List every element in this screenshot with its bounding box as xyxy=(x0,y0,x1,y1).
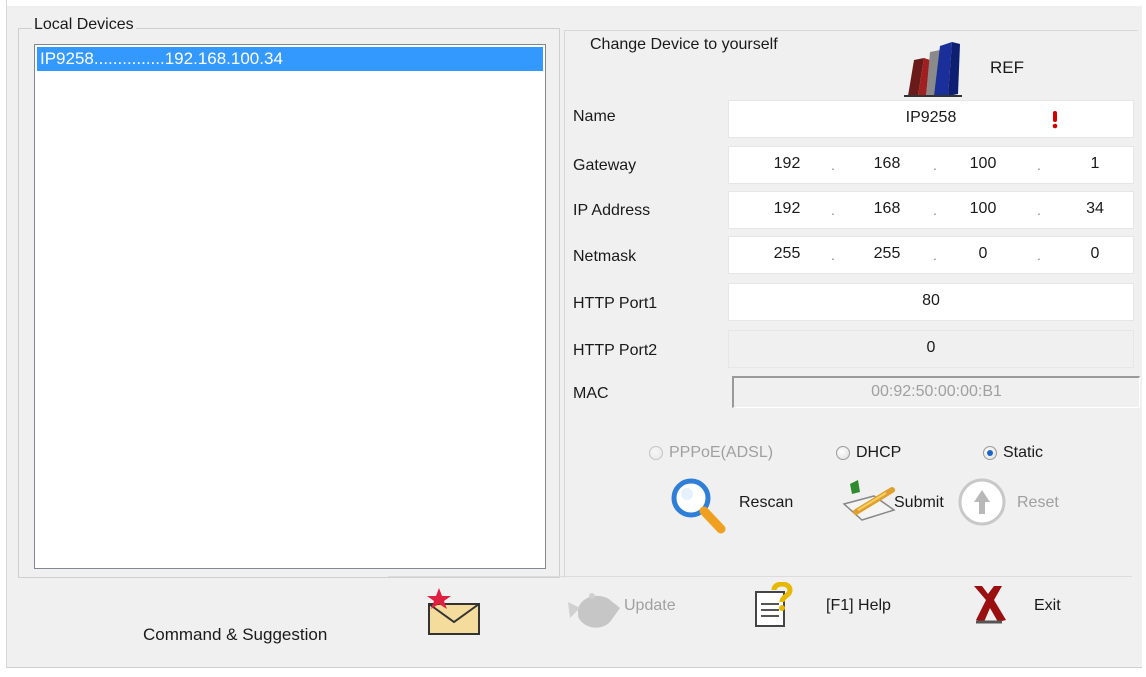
http-port2-field[interactable]: 0 xyxy=(728,330,1134,368)
rescan-button[interactable]: Rescan xyxy=(739,494,793,512)
http-port1-field[interactable]: 80 xyxy=(728,283,1134,321)
static-label: Static xyxy=(1003,444,1044,461)
http-port1-label: HTTP Port1 xyxy=(573,295,658,312)
ip-separator: . xyxy=(933,202,937,218)
ip-address-field[interactable]: 192 . 168 . 100 . 34 xyxy=(728,191,1134,229)
http-port2-label: HTTP Port2 xyxy=(573,342,658,359)
submit-button[interactable]: Submit xyxy=(894,494,944,512)
ip-octet-3[interactable]: 100 xyxy=(953,200,1013,218)
ip-octet-4[interactable]: 34 xyxy=(1065,200,1125,218)
mode-pppoe[interactable]: PPPoE(ADSL) xyxy=(649,444,773,462)
ip-separator: . xyxy=(1037,202,1041,218)
device-list-item-selected[interactable]: IP9258...............192.168.100.34 xyxy=(37,47,543,71)
static-radio[interactable] xyxy=(983,446,997,460)
ip-octet-2[interactable]: 168 xyxy=(857,200,917,218)
exclamation-icon xyxy=(1052,111,1058,129)
name-field[interactable]: IP9258 xyxy=(728,100,1134,138)
change-device-title: Change Device to yourself xyxy=(590,36,778,53)
ip-separator: . xyxy=(1037,247,1041,263)
ip-separator: . xyxy=(831,157,835,173)
dhcp-radio[interactable] xyxy=(836,446,850,460)
up-arrow-circle-icon[interactable] xyxy=(956,476,1008,528)
dhcp-label: DHCP xyxy=(856,444,902,461)
mac-value: 00:92:50:00:00:B1 xyxy=(871,383,1002,400)
reset-button[interactable]: Reset xyxy=(1017,494,1059,512)
pen-document-icon[interactable] xyxy=(838,474,898,524)
netmask-octet-1[interactable]: 255 xyxy=(757,245,817,263)
gateway-octet-2[interactable]: 168 xyxy=(857,155,917,173)
local-devices-title: Local Devices xyxy=(32,16,136,34)
bottom-divider xyxy=(388,576,1132,577)
help-document-icon[interactable] xyxy=(752,582,796,630)
x-icon[interactable] xyxy=(968,582,1008,626)
mode-static[interactable]: Static xyxy=(983,444,1043,462)
netmask-field[interactable]: 255 . 255 . 0 . 0 xyxy=(728,236,1134,274)
books-icon[interactable] xyxy=(900,38,970,98)
netmask-octet-4[interactable]: 0 xyxy=(1065,245,1125,263)
mode-dhcp[interactable]: DHCP xyxy=(836,444,901,462)
help-button[interactable]: [F1] Help xyxy=(826,597,891,615)
ip-separator: . xyxy=(933,157,937,173)
pppoe-label: PPPoE(ADSL) xyxy=(669,444,774,461)
netmask-octet-2[interactable]: 255 xyxy=(857,245,917,263)
netmask-octet-3[interactable]: 0 xyxy=(953,245,1013,263)
gateway-octet-3[interactable]: 100 xyxy=(953,155,1013,173)
gateway-field[interactable]: 192 . 168 . 100 . 1 xyxy=(728,146,1134,184)
ip-separator: . xyxy=(831,202,835,218)
ref-button-label[interactable]: REF xyxy=(990,58,1024,78)
device-list[interactable]: IP9258...............192.168.100.34 xyxy=(34,44,546,569)
ip-separator: . xyxy=(933,247,937,263)
exit-button[interactable]: Exit xyxy=(1034,597,1061,615)
http-port1-value: 80 xyxy=(922,292,940,309)
update-button[interactable]: Update xyxy=(624,597,676,615)
update-icon[interactable] xyxy=(566,588,632,634)
command-suggestion-label: Command & Suggestion xyxy=(143,625,328,644)
ip-separator: . xyxy=(831,247,835,263)
ip-address-label: IP Address xyxy=(573,202,651,219)
name-value: IP9258 xyxy=(905,109,957,126)
gateway-octet-4[interactable]: 1 xyxy=(1065,155,1125,173)
netmask-label: Netmask xyxy=(573,248,637,265)
name-label: Name xyxy=(573,108,616,125)
gateway-octet-1[interactable]: 192 xyxy=(757,155,817,173)
gateway-label: Gateway xyxy=(573,157,637,174)
ip-separator: . xyxy=(1037,157,1041,173)
magnifier-icon[interactable] xyxy=(667,474,729,536)
pppoe-radio[interactable] xyxy=(649,446,663,460)
http-port2-value: 0 xyxy=(926,339,936,356)
ip-octet-1[interactable]: 192 xyxy=(757,200,817,218)
mac-label: MAC xyxy=(573,385,609,402)
mac-field: 00:92:50:00:00:B1 xyxy=(732,376,1140,408)
mail-star-icon[interactable] xyxy=(423,586,483,636)
